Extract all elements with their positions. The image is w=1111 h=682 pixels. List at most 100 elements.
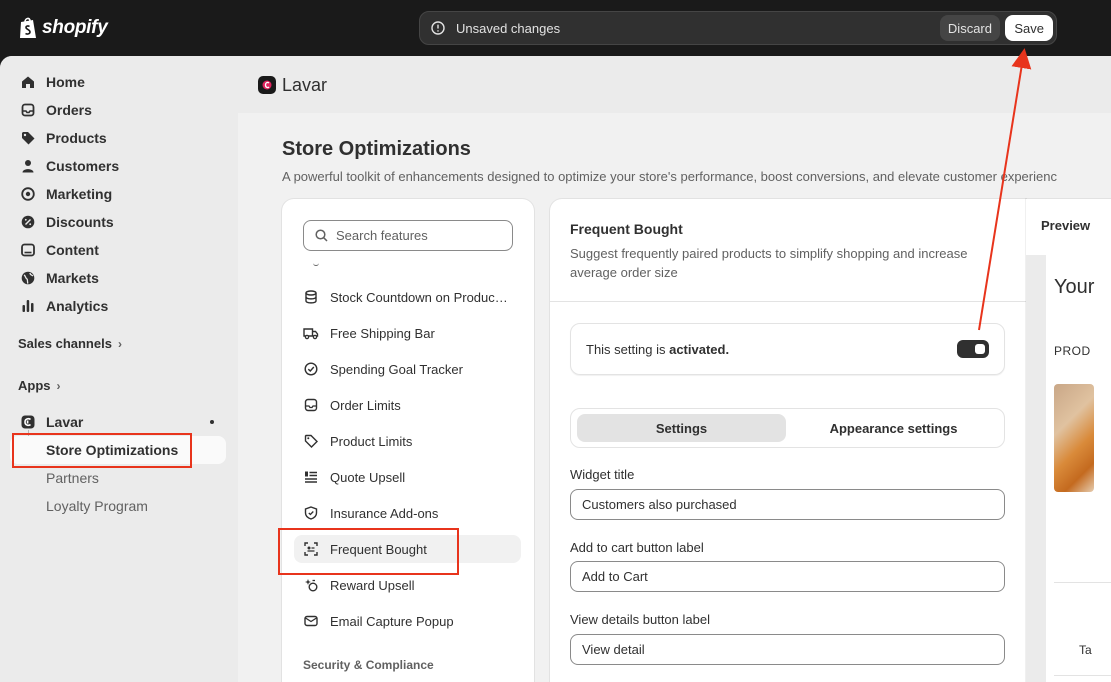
view-details-input[interactable]: View detail bbox=[570, 634, 1005, 665]
sidebar-item-discounts[interactable]: Discounts bbox=[10, 208, 226, 236]
sidebar-item-markets[interactable]: Markets bbox=[10, 264, 226, 292]
sidebar: Home Orders Products Customers Marketing… bbox=[0, 56, 238, 682]
add-to-cart-input[interactable]: Add to Cart bbox=[570, 561, 1005, 592]
sidebar-subitem-store-optimizations[interactable]: Store Optimizations bbox=[46, 442, 178, 458]
feature-label: Stock Countdown on Product Page bbox=[330, 289, 510, 305]
home-icon bbox=[20, 74, 36, 90]
preview-panel: Preview Your PROD Ta bbox=[1026, 199, 1111, 682]
sidebar-item-label: Home bbox=[46, 74, 85, 90]
activation-state: activated. bbox=[669, 341, 730, 357]
tab-preview[interactable]: Preview bbox=[1041, 218, 1090, 233]
sidebar-subitem-loyalty-program[interactable]: Loyalty Program bbox=[46, 498, 148, 514]
unsaved-changes-bar: Unsaved changes Discard Save bbox=[419, 11, 1057, 45]
sales-channels-section[interactable]: Sales channels › bbox=[18, 336, 122, 351]
notification-dot bbox=[210, 420, 214, 424]
feature-item-email-capture-popup[interactable]: Email Capture Popup bbox=[294, 607, 521, 635]
page-title: Store Optimizations bbox=[282, 138, 471, 160]
search-icon bbox=[315, 229, 328, 242]
feature-settings-card: Frequent Bought Suggest frequently paire… bbox=[550, 199, 1026, 682]
globe-icon bbox=[20, 270, 36, 286]
feature-item-quote-upsell[interactable]: Quote Upsell bbox=[294, 463, 521, 491]
activation-prefix: This setting is bbox=[586, 341, 670, 357]
section-label: Sales channels bbox=[18, 336, 112, 351]
sparkle-icon bbox=[303, 577, 319, 593]
feature-item-stock-countdown[interactable]: Stock Countdown on Product Page bbox=[294, 283, 521, 311]
lavar-app-icon bbox=[20, 414, 36, 430]
divider bbox=[1054, 582, 1111, 583]
tag-icon bbox=[303, 433, 319, 449]
sidebar-item-label: Customers bbox=[46, 158, 120, 174]
brand-name: shopify bbox=[42, 17, 108, 38]
feature-label: Free Shipping Bar bbox=[330, 325, 435, 341]
target-icon bbox=[20, 186, 36, 202]
person-icon bbox=[20, 158, 36, 174]
sidebar-subitem-partners[interactable]: Partners bbox=[46, 470, 99, 486]
feature-label: Insurance Add-ons bbox=[330, 505, 439, 521]
feature-group-title: Security & Compliance bbox=[303, 658, 434, 672]
sidebar-item-label: Markets bbox=[46, 270, 99, 286]
feature-item-free-shipping-bar[interactable]: Free Shipping Bar bbox=[294, 319, 521, 347]
shield-icon bbox=[303, 505, 319, 521]
activation-text: This setting is activated. bbox=[586, 342, 729, 357]
sidebar-item-orders[interactable]: Orders bbox=[10, 96, 226, 124]
discard-button[interactable]: Discard bbox=[939, 15, 1000, 41]
section-label: Apps bbox=[18, 378, 51, 393]
page-subtitle: A powerful toolkit of enhancements desig… bbox=[282, 169, 1057, 184]
feature-label: Spending Goal Tracker bbox=[330, 361, 463, 377]
content-icon bbox=[20, 242, 36, 258]
sidebar-item-customers[interactable]: Customers bbox=[10, 152, 226, 180]
feature-item-frequent-bought[interactable]: Frequent Bought bbox=[294, 535, 521, 563]
scan-icon bbox=[303, 541, 319, 557]
alert-circle-icon bbox=[431, 21, 445, 35]
top-bar: shopify Unsaved changes Discard Save bbox=[0, 0, 1111, 56]
sidebar-item-label: Discounts bbox=[46, 214, 114, 230]
feature-item-order-limits[interactable]: Order Limits bbox=[294, 391, 521, 419]
sidebar-item-marketing[interactable]: Marketing bbox=[10, 180, 226, 208]
check-circle-icon bbox=[303, 361, 319, 377]
inbox-icon bbox=[20, 102, 36, 118]
unsaved-changes-text: Unsaved changes bbox=[456, 20, 561, 36]
feature-list-card: Search features Stock Countdown on Produ… bbox=[282, 199, 534, 682]
feature-item-insurance-add-ons[interactable]: Insurance Add-ons bbox=[294, 499, 521, 527]
shopify-bag-icon bbox=[20, 17, 36, 38]
search-input[interactable]: Search features bbox=[303, 220, 513, 251]
chevron-right-icon: › bbox=[117, 336, 122, 351]
feature-label: Frequent Bought bbox=[330, 541, 427, 557]
list-icon bbox=[303, 469, 319, 485]
feature-title: Frequent Bought bbox=[570, 221, 683, 237]
sidebar-item-label: Analytics bbox=[46, 298, 109, 314]
feature-item-spending-goal-tracker[interactable]: Spending Goal Tracker bbox=[294, 355, 521, 383]
feature-item-product-limits[interactable]: Product Limits bbox=[294, 427, 521, 455]
sidebar-item-products[interactable]: Products bbox=[10, 124, 226, 152]
feature-item-reward-upsell[interactable]: Reward Upsell bbox=[294, 571, 521, 599]
sidebar-item-analytics[interactable]: Analytics bbox=[10, 292, 226, 320]
feature-label: Email Capture Popup bbox=[330, 613, 454, 629]
add-to-cart-label: Add to cart button label bbox=[570, 540, 704, 555]
sidebar-item-label: Content bbox=[46, 242, 99, 258]
widget-title-input[interactable]: Customers also purchased bbox=[570, 489, 1005, 520]
mail-icon bbox=[303, 613, 319, 629]
sidebar-item-home[interactable]: Home bbox=[10, 68, 226, 96]
truck-icon bbox=[303, 325, 319, 341]
discount-icon bbox=[20, 214, 36, 230]
tab-appearance-settings[interactable]: Appearance settings bbox=[789, 414, 998, 442]
feature-label: Reward Upsell bbox=[330, 577, 415, 593]
feature-label: Quote Upsell bbox=[330, 469, 406, 485]
app-header: Lavar bbox=[238, 56, 1111, 113]
activation-toggle[interactable] bbox=[957, 340, 989, 358]
preview-products-label: PROD bbox=[1054, 344, 1091, 358]
save-button[interactable]: Save bbox=[1005, 15, 1053, 41]
apps-section[interactable]: Apps › bbox=[18, 378, 61, 393]
preview-text: Ta bbox=[1079, 643, 1092, 657]
shopify-logo[interactable]: shopify bbox=[18, 16, 108, 40]
sidebar-item-label: Orders bbox=[46, 102, 92, 118]
divider bbox=[1054, 675, 1111, 676]
widget-title-label: Widget title bbox=[570, 467, 635, 482]
divider bbox=[550, 301, 1026, 302]
sidebar-item-content[interactable]: Content bbox=[10, 236, 226, 264]
preview-product-image bbox=[1054, 384, 1094, 492]
tab-settings[interactable]: Settings bbox=[577, 414, 786, 442]
sidebar-item-lavar[interactable]: Lavar bbox=[10, 408, 226, 436]
chevron-right-icon: › bbox=[56, 378, 61, 393]
tag-icon bbox=[20, 130, 36, 146]
